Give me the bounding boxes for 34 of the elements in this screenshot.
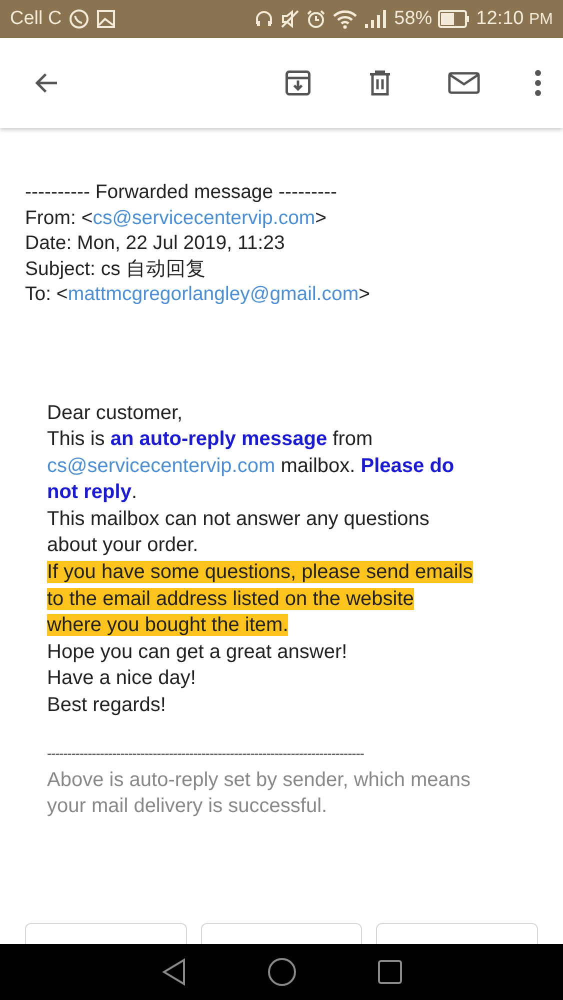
auto-reply-note: Above is auto-reply set by sender, which means your mail delivery is successful. (46, 768, 472, 819)
recent-apps-icon (376, 959, 402, 985)
message-line: Dear customer, (47, 400, 184, 426)
signal-icon (364, 9, 388, 29)
message-line: This is an auto-reply message from (47, 427, 374, 452)
home-circle-icon (266, 957, 296, 987)
message-line: From: <cs@servicecentervip.com> (25, 206, 328, 230)
message-line: cs@servicecentervip.com mailbox. Please do (47, 454, 456, 479)
battery-percentage: 58% (394, 8, 432, 30)
message-line: Subject: cs 自动回复 (25, 256, 207, 282)
email-link[interactable]: cs@servicecentervip.com (92, 206, 316, 228)
message-line: ---------- Forwarded message --------- (25, 180, 338, 205)
message-line: To: <mattmcgregorlangley@gmail.com> (25, 282, 371, 307)
message-line: not reply. (47, 480, 138, 506)
wifi-icon (332, 9, 358, 29)
message-line: This mailbox can not answer any questions (47, 506, 430, 532)
carrier-name: Cell C (10, 8, 62, 30)
separator-line: ------------------------------------------------------------------------------ (46, 744, 365, 761)
email-link[interactable]: mattmcgregorlangley@gmail.com (68, 283, 359, 305)
message-line: about your order. (47, 533, 200, 558)
headphones-icon (254, 9, 274, 29)
clock-time: 12:10 PM (476, 8, 553, 30)
muted-speaker-icon (280, 9, 300, 29)
archive-icon (283, 68, 313, 98)
email-link[interactable]: cs@servicecentervip.com (47, 454, 276, 477)
message-line: Date: Mon, 22 Jul 2019, 11:23 (25, 231, 286, 256)
more-icon (533, 68, 543, 98)
alarm-icon (306, 9, 326, 29)
message-line: Hope you can get a great answer! (47, 640, 348, 665)
message-line: Have a nice day! (47, 666, 197, 692)
message-line: Best regards! (47, 693, 167, 718)
back-triangle-icon (160, 958, 186, 986)
image-icon (96, 9, 116, 29)
battery-icon (438, 10, 470, 28)
